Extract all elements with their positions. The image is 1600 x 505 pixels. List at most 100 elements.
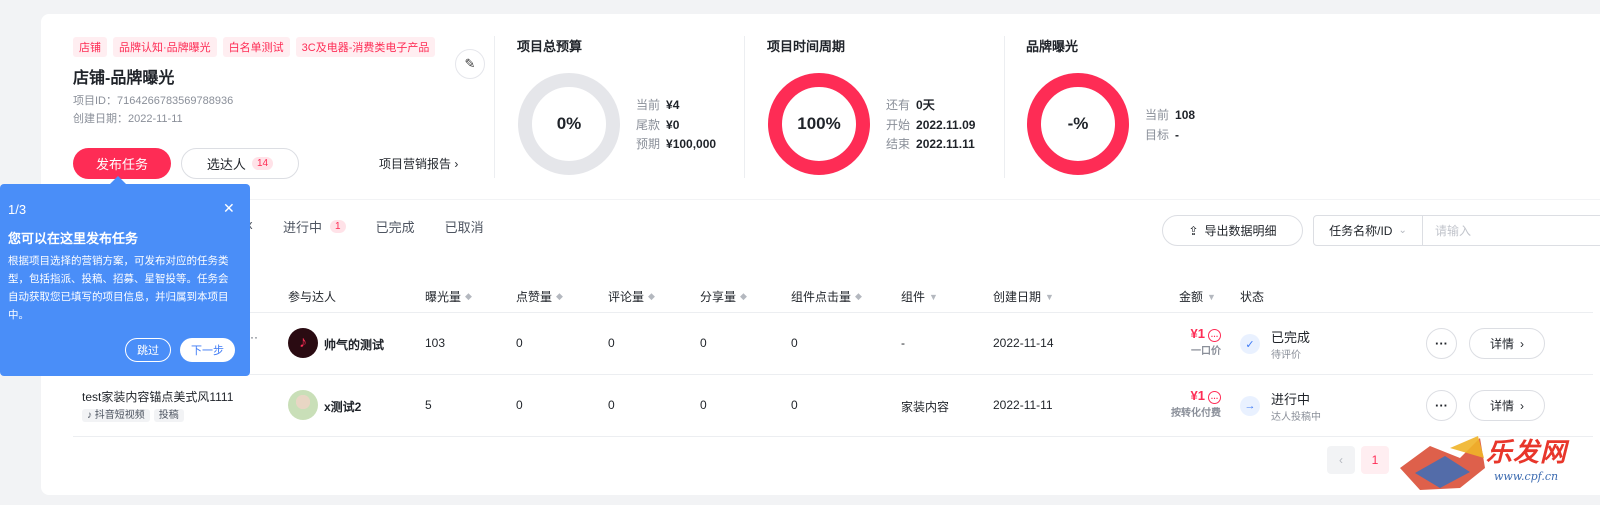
filter-field-select[interactable]: 任务名称/ID ⌄ — [1313, 215, 1423, 246]
next-step-button[interactable]: 下一步 — [180, 338, 235, 362]
col-header-likes[interactable]: 点赞量 ◆ — [516, 288, 563, 305]
avatar: ♪ — [288, 328, 318, 358]
col-header-exposure[interactable]: 曝光量 ◆ — [425, 288, 472, 305]
marketing-report-link[interactable]: 项目营销报告 › — [379, 155, 458, 172]
search-input[interactable] — [1423, 215, 1600, 246]
task-name[interactable]: test家装内容锚点美式风1111 — [82, 388, 233, 405]
amount-note: 按转化付费 — [1171, 408, 1221, 419]
cell-status: 已完成 待评价 — [1271, 327, 1310, 361]
sort-icon[interactable]: ◆ — [556, 291, 563, 302]
detail-button[interactable]: 详情 › — [1469, 328, 1545, 359]
cell-likes: 0 — [516, 336, 523, 350]
tab-label: 已取消 — [444, 220, 484, 235]
close-icon[interactable]: ✕ — [223, 200, 235, 217]
tab-completed[interactable]: 已完成 — [376, 217, 415, 236]
skip-button[interactable]: 跳过 — [125, 338, 171, 362]
header-label: 评论量 — [608, 290, 645, 304]
cell-shares: 0 — [700, 336, 707, 350]
line-value: 0天 — [916, 98, 935, 112]
task-tag: 投稿 — [153, 409, 184, 422]
filter-icon[interactable]: ▼ — [929, 292, 938, 302]
header-label: 分享量 — [700, 290, 737, 304]
line-label: 结束 — [886, 137, 911, 151]
line-label: 目标 — [1145, 127, 1170, 142]
line-value: ¥0 — [666, 117, 680, 132]
chevron-down-icon: ⌄ — [1398, 225, 1407, 236]
cell-comments: 0 — [608, 398, 615, 412]
guide-title: 您可以在这里发布任务 — [8, 231, 139, 246]
talent-name[interactable]: x测试2 — [324, 398, 361, 415]
onboarding-guide-popover: 1/3 ✕ 您可以在这里发布任务 根据项目选择的营销方案，可发布对应的任务类型，… — [0, 184, 250, 376]
col-header-comments[interactable]: 评论量 ◆ — [608, 288, 655, 305]
exposure-line: 当前 108 — [1145, 106, 1195, 126]
divider — [744, 36, 745, 178]
guide-pointer — [110, 176, 126, 184]
col-header-talent: 参与达人 — [288, 288, 336, 305]
exposure-details: 当前 108 目标 - — [1145, 106, 1195, 145]
more-actions-button[interactable]: ··· — [1426, 390, 1457, 421]
select-talent-label: 选达人 — [206, 157, 246, 172]
select-talent-button[interactable]: 选达人 14 — [181, 148, 299, 179]
filter-icon[interactable]: ▼ — [1045, 292, 1054, 302]
tab-label: 已完成 — [375, 220, 415, 235]
line-label: 还有 — [886, 98, 911, 112]
project-tag: 3C及电器-消费类电子产品 — [295, 37, 436, 57]
page-1-button[interactable]: 1 — [1361, 446, 1389, 474]
col-header-shares[interactable]: 分享量 ◆ — [700, 288, 747, 305]
line-label: 当前 — [1145, 108, 1170, 122]
sort-icon[interactable]: ◆ — [648, 291, 655, 302]
coin-icon: … — [1208, 391, 1221, 404]
period-details: 还有 0天 开始 2022.11.09 结束 2022.11.11 — [886, 96, 975, 155]
period-percent: 100% — [797, 114, 841, 133]
col-header-component[interactable]: 组件 ▼ — [901, 288, 938, 305]
tab-count: 1 — [330, 220, 346, 233]
filter-icon[interactable]: ▼ — [1207, 292, 1216, 302]
exposure-line: 目标 - — [1145, 126, 1195, 146]
export-label: 导出数据明细 — [1204, 224, 1277, 238]
upload-icon: ⇪ — [1188, 223, 1199, 238]
cell-clicks: 0 — [791, 398, 798, 412]
detail-button[interactable]: 详情 › — [1469, 390, 1545, 421]
sort-icon[interactable]: ◆ — [465, 291, 472, 302]
report-label: 项目营销报告 — [379, 157, 452, 171]
line-value: 2022.11.11 — [916, 137, 975, 151]
task-name-truncated[interactable]: ·· — [250, 330, 258, 344]
period-title: 项目时间周期 — [767, 39, 846, 54]
sort-icon[interactable]: ◆ — [740, 291, 747, 302]
tab-cancelled[interactable]: 已取消 — [445, 217, 484, 236]
cell-date: 2022-11-11 — [993, 398, 1053, 412]
status-note: 达人投稿中 — [1271, 412, 1321, 423]
status-text: 进行中 — [1271, 392, 1311, 407]
amount-value: ¥1 — [1190, 388, 1205, 403]
sort-icon[interactable]: ◆ — [855, 291, 862, 302]
col-header-date[interactable]: 创建日期 ▼ — [993, 288, 1054, 305]
tab-label: 进行中 — [283, 220, 323, 235]
line-label: 预期 — [636, 137, 661, 151]
export-data-button[interactable]: ⇪ 导出数据明细 — [1162, 215, 1303, 246]
divider — [73, 312, 1593, 313]
col-header-clicks[interactable]: 组件点击量 ◆ — [791, 288, 862, 305]
amount-note: 一口价 — [1191, 346, 1221, 357]
guide-step: 1/3 — [8, 202, 27, 217]
more-icon: ··· — [1435, 336, 1448, 351]
more-actions-button[interactable]: ··· — [1426, 328, 1457, 359]
exposure-percent: -% — [1067, 114, 1089, 133]
watermark-text: 乐发网 — [1486, 438, 1568, 468]
amount-value: ¥1 — [1190, 326, 1205, 341]
check-icon: ✓ — [1240, 334, 1260, 354]
tab-in-progress[interactable]: 进行中 1 — [283, 217, 346, 236]
publish-task-button[interactable]: 发布任务 — [73, 148, 171, 179]
project-summary-card: 店铺 品牌认知·品牌曝光 白名单测试 3C及电器-消费类电子产品 店铺-品牌曝光… — [41, 14, 1600, 199]
project-tag: 品牌认知·品牌曝光 — [113, 37, 217, 57]
music-note-icon: ♪ — [299, 334, 307, 351]
prev-page-button[interactable]: ‹ — [1327, 446, 1355, 474]
task-status-tabs: 进行中 1 已完成 已取消 — [283, 217, 514, 236]
cell-status: 进行中 达人投稿中 — [1271, 389, 1321, 423]
talent-name[interactable]: 帅气的测试 — [324, 336, 384, 353]
budget-title: 项目总预算 — [517, 39, 583, 54]
more-icon: ··· — [1435, 398, 1448, 413]
edit-project-button[interactable]: ✎ — [455, 49, 485, 79]
project-tags: 店铺 品牌认知·品牌曝光 白名单测试 3C及电器-消费类电子产品 — [73, 37, 436, 57]
col-header-amount[interactable]: 金额 ▼ — [1179, 288, 1216, 305]
chevron-right-icon: › — [454, 157, 459, 171]
